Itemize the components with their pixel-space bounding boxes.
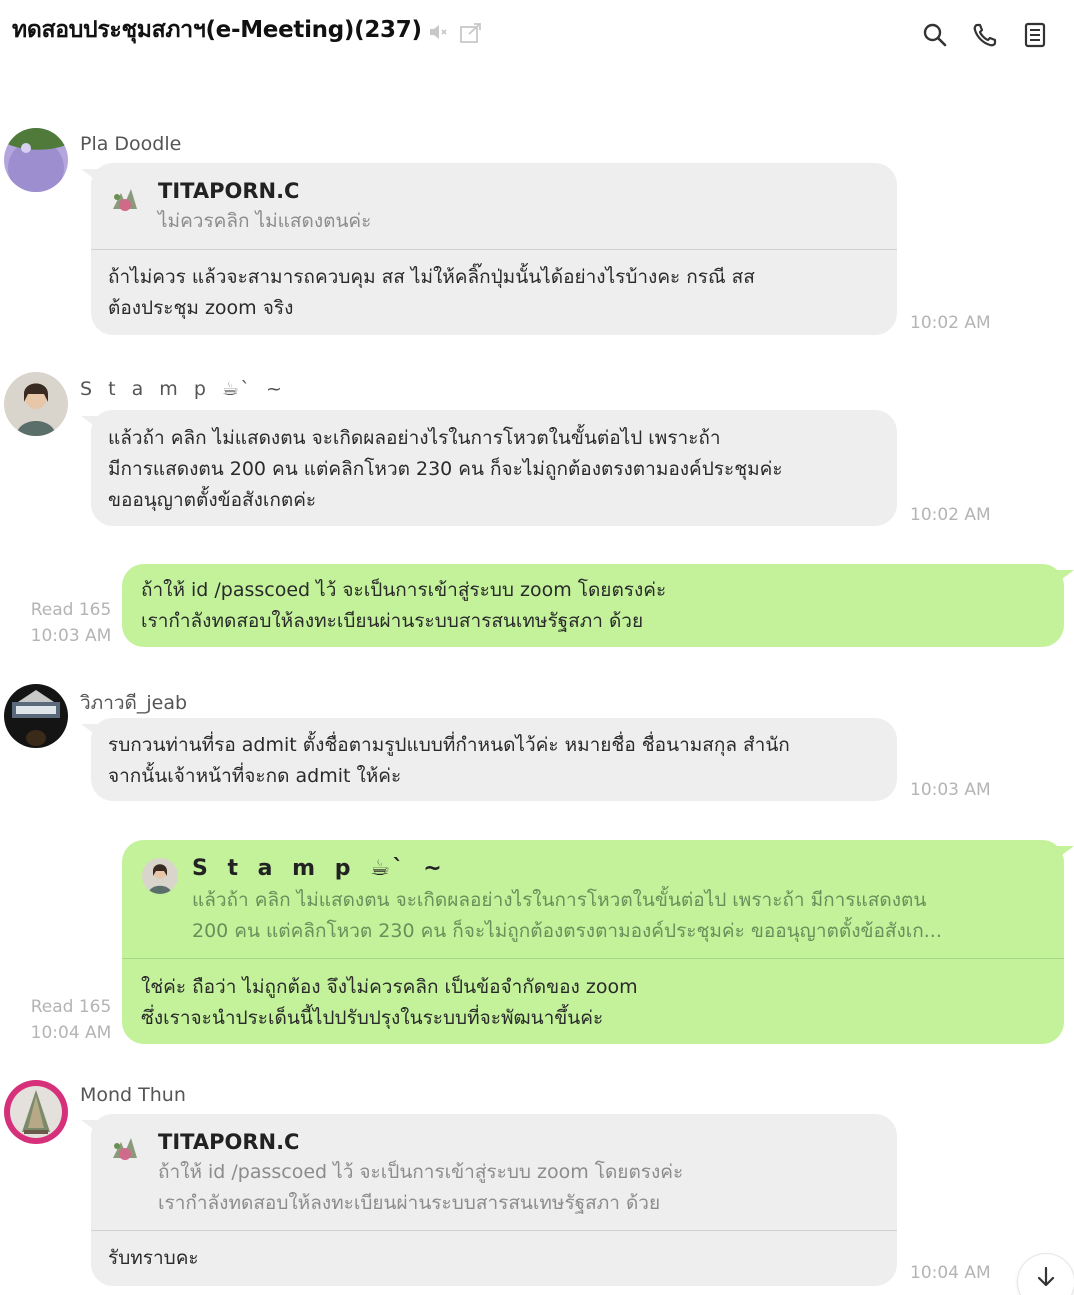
- notes-button[interactable]: [1018, 18, 1052, 52]
- message-text: ถ้าไม่ควร แล้วจะสามารถควบคุม สส ไม่ให้คล…: [108, 266, 755, 319]
- quote-avatar: [107, 1132, 143, 1168]
- quote-text: ไม่ควรคลิก ไม่แสดงตนค่ะ: [158, 210, 372, 232]
- quote-avatar: [107, 183, 143, 219]
- quote-divider: [122, 958, 1064, 959]
- sender-name: Mond Thun: [80, 1084, 186, 1106]
- message-time: 10:02 AM: [910, 505, 991, 525]
- phone-icon: [973, 23, 997, 47]
- quote-sender-name: S t a m p ☕ ̀ ~: [192, 856, 448, 881]
- sender-name: S t a m p ☕ ̀ ~: [80, 378, 287, 400]
- read-count: Read 165: [30, 600, 112, 620]
- avatar[interactable]: [4, 684, 68, 748]
- chat-title: ทดสอบประชุมสภาฯ(e-Meeting)(237): [12, 17, 422, 43]
- quote-text: แล้วถ้า คลิก ไม่แสดงตน จะเกิดผลอย่างไรใน…: [192, 889, 942, 942]
- quote-text: ถ้าให้ id /passcoed ไว้ จะเป็นการเข้าสู่…: [158, 1161, 684, 1214]
- avatar[interactable]: [4, 1080, 68, 1144]
- message-bubble[interactable]: ถ้าให้ id /passcoed ไว้ จะเป็นการเข้าสู่…: [122, 564, 1064, 647]
- message-time: 10:03 AM: [910, 780, 991, 800]
- message-text: รบกวนท่านที่รอ admit ตั้งชื่อตามรูปแบบที…: [108, 734, 790, 787]
- message-text: รับทราบคะ: [108, 1247, 199, 1269]
- read-receipt: Read 165 10:04 AM: [30, 994, 112, 1046]
- message-bubble[interactable]: แล้วถ้า คลิก ไม่แสดงตน จะเกิดผลอย่างไรใน…: [91, 410, 897, 526]
- quote-divider: [91, 1230, 897, 1231]
- scroll-to-bottom-button[interactable]: [1018, 1254, 1074, 1295]
- chat-header: ทดสอบประชุมสภาฯ(e-Meeting)(237): [0, 0, 1074, 64]
- read-receipt: Read 165 10:03 AM: [30, 597, 112, 649]
- call-button[interactable]: [968, 18, 1002, 52]
- message-text: ถ้าให้ id /passcoed ไว้ จะเป็นการเข้าสู่…: [141, 579, 667, 632]
- quote-sender-name: TITAPORN.C: [158, 1130, 300, 1154]
- message-text: ใช่ค่ะ ถือว่า ไม่ถูกต้อง จึงไม่ควรคลิก เ…: [141, 976, 638, 1029]
- avatar[interactable]: [4, 128, 68, 192]
- message-bubble[interactable]: TITAPORN.C ไม่ควรคลิก ไม่แสดงตนค่ะ ถ้าไม…: [91, 163, 897, 335]
- arrow-down-icon: [1037, 1266, 1055, 1287]
- notes-icon: [1024, 22, 1046, 48]
- search-icon: [923, 23, 947, 47]
- message-bubble[interactable]: TITAPORN.C ถ้าให้ id /passcoed ไว้ จะเป็…: [91, 1114, 897, 1286]
- message-time: 10:02 AM: [910, 313, 991, 333]
- speaker-muted-icon[interactable]: [428, 22, 448, 46]
- message-time: 10:04 AM: [910, 1263, 991, 1283]
- message-bubble[interactable]: รบกวนท่านที่รอ admit ตั้งชื่อตามรูปแบบที…: [91, 718, 897, 801]
- quote-sender-name: TITAPORN.C: [158, 179, 300, 203]
- message-time: 10:03 AM: [30, 626, 112, 646]
- external-window-icon[interactable]: [459, 22, 483, 48]
- read-count: Read 165: [30, 997, 112, 1017]
- chat-window: ทดสอบประชุมสภาฯ(e-Meeting)(237) Pla Dood…: [0, 0, 1074, 1295]
- message-text: แล้วถ้า คลิก ไม่แสดงตน จะเกิดผลอย่างไรใน…: [108, 427, 783, 511]
- sender-name: Pla Doodle: [80, 133, 182, 155]
- message-bubble[interactable]: S t a m p ☕ ̀ ~ แล้วถ้า คลิก ไม่แสดงตน จ…: [122, 840, 1064, 1044]
- quote-divider: [91, 249, 897, 250]
- search-button[interactable]: [918, 18, 952, 52]
- avatar[interactable]: [4, 372, 68, 436]
- quote-avatar: [142, 858, 178, 894]
- sender-name: วิภาวดี_jeab: [80, 692, 188, 714]
- message-time: 10:04 AM: [30, 1023, 112, 1043]
